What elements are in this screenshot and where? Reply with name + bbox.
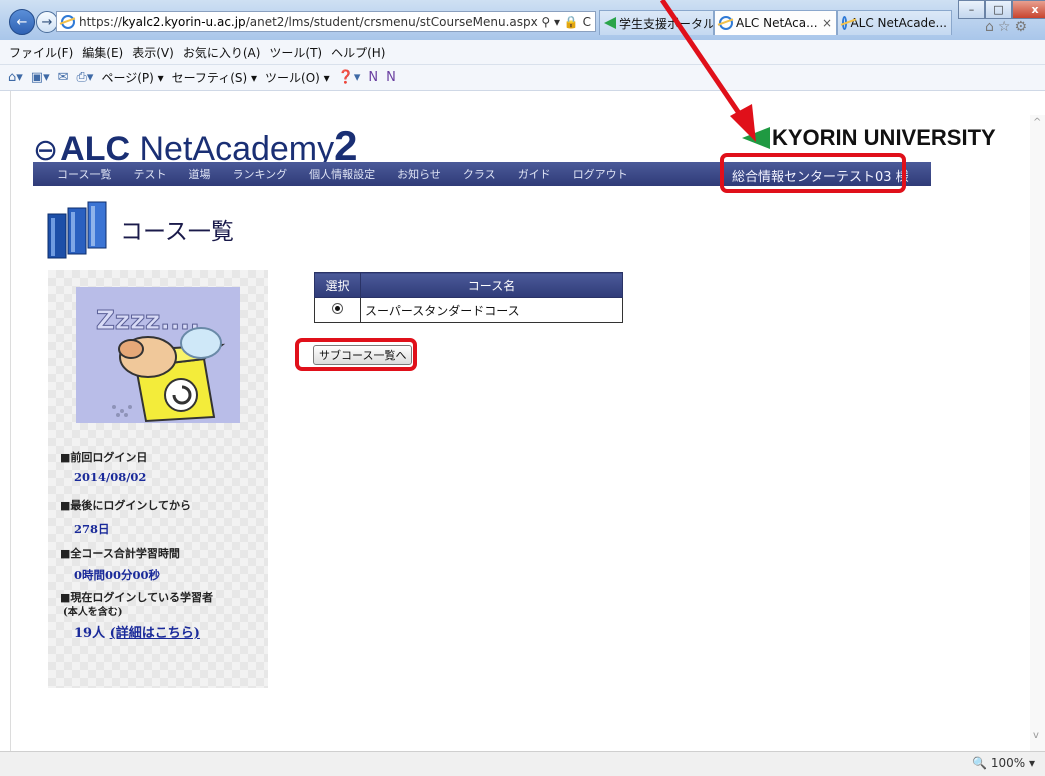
course-radio-button[interactable] (332, 303, 343, 314)
last-login-label: ■前回ログイン日 (60, 451, 148, 464)
course-select-cell (314, 297, 361, 323)
table-header-row: 選択 コース名 (314, 272, 623, 298)
scroll-down-icon[interactable]: v (1033, 730, 1039, 741)
online-learners-row: 19人 (詳細はこちら) (74, 622, 200, 641)
total-study-time-label: ■全コース合計学習時間 (60, 547, 180, 560)
mascot-zzz-text: Zzzz.... (96, 306, 200, 336)
books-icon (47, 201, 107, 259)
course-name-cell[interactable]: スーパースタンダードコース (360, 297, 623, 323)
table-row: スーパースタンダードコース (314, 297, 623, 323)
zoom-level[interactable]: 🔍 100% ▾ (972, 756, 1035, 770)
subcourse-button-highlight (295, 338, 417, 371)
sleeping-mascot-image: Zzzz.... (76, 287, 240, 423)
total-study-time-value: 0時間00分00秒 (74, 568, 161, 582)
status-bar (0, 751, 1045, 776)
column-header-select: 選択 (314, 272, 361, 298)
online-learners-detail-link[interactable]: (詳細はこちら) (110, 626, 200, 641)
online-learners-value: 19人 (74, 626, 106, 641)
vertical-scrollbar[interactable]: ^ v (1030, 115, 1045, 751)
course-table: 選択 コース名 スーパースタンダードコース (314, 272, 623, 323)
online-learners-sublabel: (本人を含む) (63, 607, 123, 618)
red-arrow-icon (659, 0, 756, 142)
days-since-login-label: ■最後にログインしてから (60, 499, 192, 512)
column-header-course-name: コース名 (360, 272, 623, 298)
last-login-value: 2014/08/02 (74, 470, 147, 484)
days-since-login-value: 278日 (74, 522, 110, 536)
page-title: コース一覧 (120, 219, 234, 245)
